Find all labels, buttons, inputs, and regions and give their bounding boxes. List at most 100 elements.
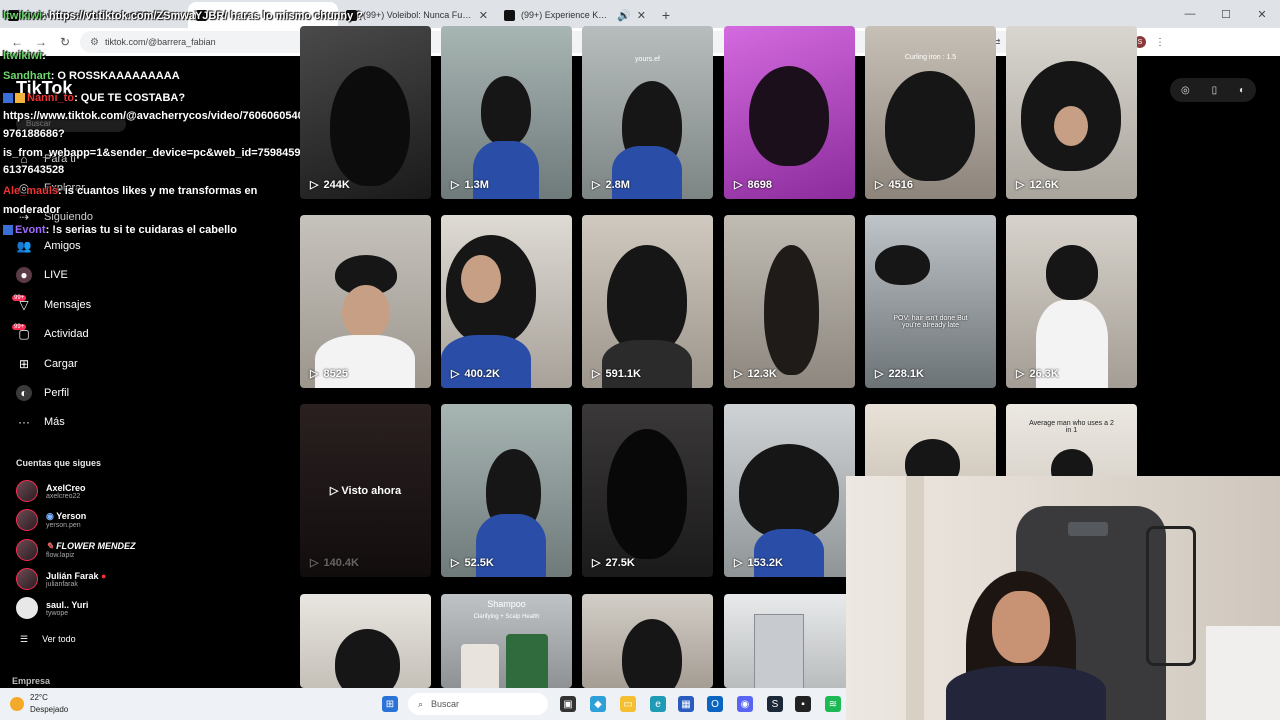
nav-item-cargar[interactable]: ⊞ Cargar (16, 353, 78, 375)
avatar (16, 597, 38, 619)
play-icon: ▷ (875, 368, 884, 380)
taskbar-search[interactable]: ⌕ Buscar (408, 693, 548, 715)
chat-user: Nanni_to (27, 92, 75, 104)
hair-shape (749, 66, 829, 166)
video-thumbnail[interactable]: ▷ 8698 (724, 26, 855, 199)
outlook-icon[interactable]: O (707, 696, 723, 712)
video-thumbnail[interactable]: ▷ 591.1K (582, 215, 713, 388)
video-thumbnail[interactable]: ▷ 153.2K (724, 404, 855, 577)
upload-icon: ⊞ (18, 357, 30, 371)
speaker-icon[interactable]: 🔊 (617, 9, 631, 22)
video-thumbnail[interactable]: ▷ 12.6K (1006, 26, 1137, 199)
video-thumbnail[interactable]: Curling iron : 1.5 ▷ 4516 (865, 26, 996, 199)
view-count-text: 140.4K (323, 556, 359, 569)
browser-tab[interactable]: (99+) Experience KATSU Da 🔊 ✕ (496, 2, 654, 28)
shirt-shape (612, 146, 682, 199)
account-handle: tywope (46, 609, 69, 617)
bed-shape (1206, 626, 1280, 720)
chat-message: Ale_mauls: is cuantos likes y me transfo… (3, 185, 257, 197)
compass-icon[interactable]: ◎ (1181, 85, 1190, 96)
account-name: ✎ FLOWER MENDEZ (46, 541, 136, 552)
badge-icon (3, 225, 13, 236)
person-shirt-shape (946, 666, 1106, 720)
following-account[interactable]: Julián Farak ● julianfarak (16, 568, 106, 590)
view-count: ▷ 244K (310, 178, 350, 192)
following-section-title: Cuentas que sigues (16, 458, 102, 468)
new-tab-button[interactable]: + (654, 2, 678, 28)
video-thumbnail[interactable]: ▷ 244K (300, 26, 431, 199)
play-icon: ▷ (592, 557, 601, 569)
view-count: ▷ 52.5K (451, 556, 494, 570)
see-all-link[interactable]: ☰ Ver todo (20, 634, 76, 645)
video-thumbnail[interactable] (300, 594, 431, 688)
video-thumbnail[interactable]: Shampoo Clarifying + Scalp Health (441, 594, 572, 688)
chat-user: ltwikiwi (3, 50, 43, 62)
video-thumbnail[interactable] (724, 594, 855, 688)
see-all-label: Ver todo (42, 634, 76, 644)
wall-shape (906, 476, 924, 720)
edge-icon[interactable]: e (650, 696, 666, 712)
view-count: ▷ 12.6K (1016, 178, 1059, 192)
hair-shape (622, 619, 682, 688)
device-icon[interactable]: ▯ (1212, 85, 1218, 96)
file-explorer-icon[interactable]: ▭ (620, 696, 636, 712)
shampoo-bottle-shape (461, 644, 499, 688)
door-shape (754, 614, 804, 688)
nav-item-mas[interactable]: ··· Más (16, 411, 65, 433)
copilot-icon[interactable]: ◆ (590, 696, 606, 712)
video-thumbnail[interactable]: ▷ 27.5K (582, 404, 713, 577)
chat-text: : https://vt.tiktok.com/ZSmwaYJBR/ haras… (42, 10, 364, 22)
screen: ltwikiwi: https://vt.tiktok.com/ZSmwa...… (0, 0, 1280, 720)
nav-item-actividad[interactable]: ▢ 99+ Actividad (12, 323, 89, 345)
nav-item-perfil[interactable]: ◐ Perfil (16, 382, 69, 404)
nav-label: Cargar (44, 358, 78, 370)
play-icon: ▷ (310, 179, 319, 191)
following-account[interactable]: saul.. Yuri tywope (16, 597, 88, 619)
video-thumbnail[interactable]: ▷ 8525 (300, 215, 431, 388)
chat-message: Evont: !s serias tu si te cuidaras el ca… (3, 224, 237, 236)
play-icon: ▷ (734, 368, 743, 380)
bike-shape (1146, 526, 1196, 666)
following-account[interactable]: ✎ FLOWER MENDEZ flow.lapiz (16, 539, 136, 561)
video-thumbnail[interactable]: ▷ Visto ahora ▷ 140.4K (300, 404, 431, 577)
minimize-icon[interactable]: — (1172, 0, 1208, 28)
video-thumbnail[interactable]: POV: hair isn't done But you're already … (865, 215, 996, 388)
steam-icon[interactable]: S (767, 696, 783, 712)
view-count: ▷ 4516 (875, 178, 913, 192)
view-count: ▷ 8525 (310, 367, 348, 381)
play-icon: ▷ (329, 485, 339, 497)
close-window-icon[interactable]: ✕ (1244, 0, 1280, 28)
video-thumbnail[interactable]: ▷ 1.3M (441, 26, 572, 199)
play-icon: ▷ (734, 557, 743, 569)
close-tab-icon[interactable]: ✕ (637, 9, 646, 22)
weather-widget[interactable]: 22°C Despejado (10, 692, 68, 716)
close-tab-icon[interactable]: ✕ (479, 9, 488, 22)
footer-empresa[interactable]: Empresa (12, 676, 50, 686)
maximize-icon[interactable]: ☐ (1208, 0, 1244, 28)
nav-item-live[interactable]: ● LIVE (16, 264, 68, 286)
play-icon: ▷ (875, 179, 884, 191)
video-thumbnail[interactable]: yours.ef ▷ 2.8M (582, 26, 713, 199)
video-thumbnail[interactable]: ▷ 26.3K (1006, 215, 1137, 388)
following-account[interactable]: ◉ Yerson yerson.pen (16, 509, 86, 531)
user-avatar-icon[interactable]: ◐ (1239, 85, 1245, 96)
face-shape (461, 255, 501, 303)
menu-kebab-icon[interactable]: ⋮ (1152, 34, 1168, 50)
video-thumbnail[interactable] (582, 594, 713, 688)
discord-icon[interactable]: ◉ (737, 696, 753, 712)
person-face-shape (992, 591, 1050, 663)
obs-icon[interactable]: ▪ (795, 696, 811, 712)
badge-icon (3, 93, 13, 104)
store-icon[interactable]: ▦ (678, 696, 694, 712)
windows-start-icon[interactable]: ⊞ (382, 696, 398, 712)
chat-user: Evont (15, 224, 46, 236)
video-thumbnail[interactable]: ▷ 52.5K (441, 404, 572, 577)
following-account[interactable]: AxelCreo axelcreo22 (16, 480, 86, 502)
task-view-icon[interactable]: ▣ (560, 696, 576, 712)
spotify-icon[interactable]: ≋ (825, 696, 841, 712)
nav-item-mensajes[interactable]: ▽ 99+ Mensajes (12, 294, 91, 316)
play-icon: ▷ (592, 179, 601, 191)
video-thumbnail[interactable]: ▷ 12.3K (724, 215, 855, 388)
hair-shape (885, 71, 975, 181)
video-thumbnail[interactable]: ▷ 400.2K (441, 215, 572, 388)
